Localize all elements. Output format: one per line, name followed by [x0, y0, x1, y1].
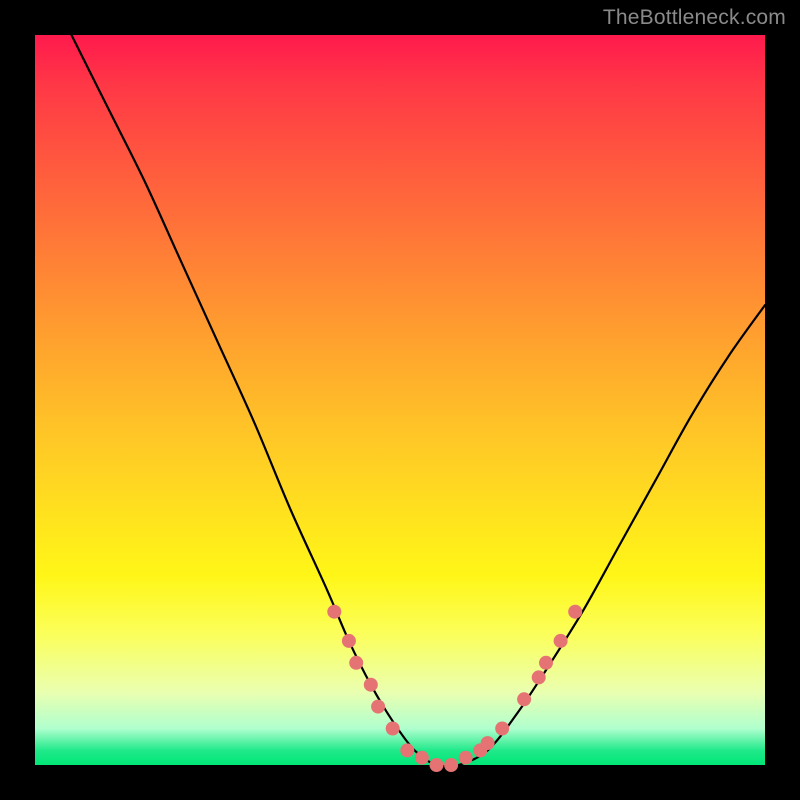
chart-frame: TheBottleneck.com — [0, 0, 800, 800]
marker-dot — [554, 634, 568, 648]
bottleneck-curve — [72, 35, 766, 767]
marker-dot — [430, 758, 444, 772]
marker-dot — [400, 743, 414, 757]
marker-dot — [349, 656, 363, 670]
marker-dot — [539, 656, 553, 670]
marker-dots — [327, 605, 582, 772]
marker-dot — [342, 634, 356, 648]
marker-dot — [568, 605, 582, 619]
marker-dot — [517, 692, 531, 706]
watermark-text: TheBottleneck.com — [603, 6, 786, 30]
marker-dot — [495, 722, 509, 736]
marker-dot — [371, 700, 385, 714]
marker-dot — [386, 722, 400, 736]
marker-dot — [415, 751, 429, 765]
curve-svg — [35, 35, 765, 765]
plot-area — [35, 35, 765, 765]
marker-dot — [481, 736, 495, 750]
marker-dot — [327, 605, 341, 619]
marker-dot — [364, 678, 378, 692]
marker-dot — [459, 751, 473, 765]
marker-dot — [444, 758, 458, 772]
marker-dot — [532, 670, 546, 684]
